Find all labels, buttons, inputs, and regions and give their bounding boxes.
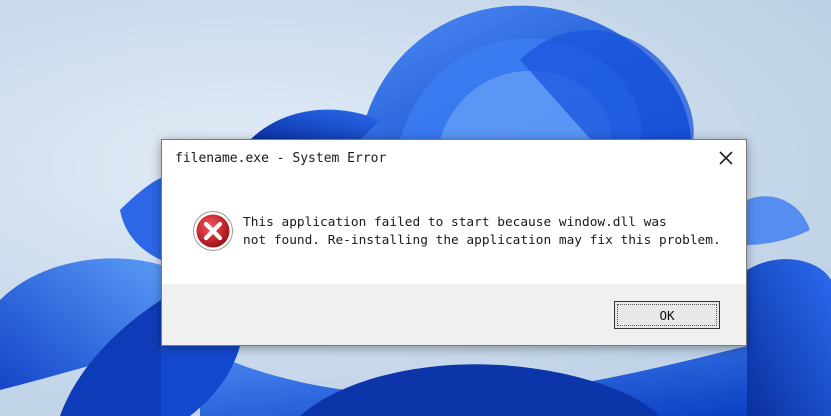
error-message: This application failed to start because… — [243, 214, 721, 250]
ok-button[interactable]: OK — [614, 301, 720, 329]
error-icon — [193, 211, 233, 251]
dialog-footer: OK — [162, 284, 746, 345]
dialog-title: filename.exe - System Error — [175, 151, 387, 166]
error-message-line-1: This application failed to start because… — [243, 215, 667, 230]
close-button[interactable] — [712, 145, 740, 171]
system-error-dialog: filename.exe - System Error This applica… — [161, 139, 747, 346]
dialog-content: This application failed to start because… — [162, 178, 746, 284]
error-message-line-2: not found. Re-installing the application… — [243, 233, 721, 248]
close-icon — [719, 151, 733, 165]
dialog-titlebar[interactable]: filename.exe - System Error — [162, 140, 746, 178]
